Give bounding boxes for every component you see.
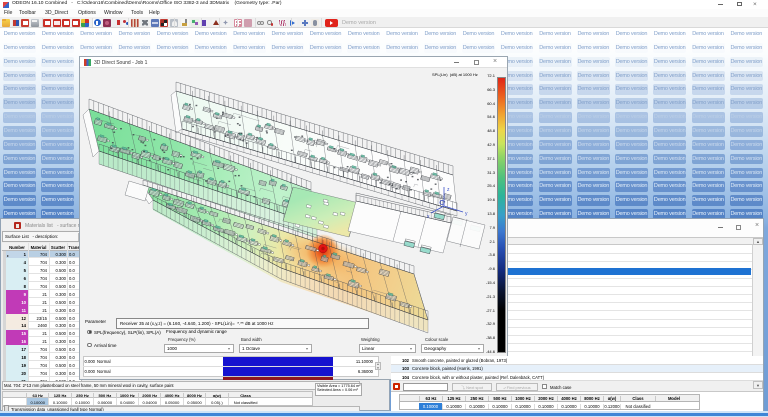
svg-text:y: y: [465, 211, 468, 217]
